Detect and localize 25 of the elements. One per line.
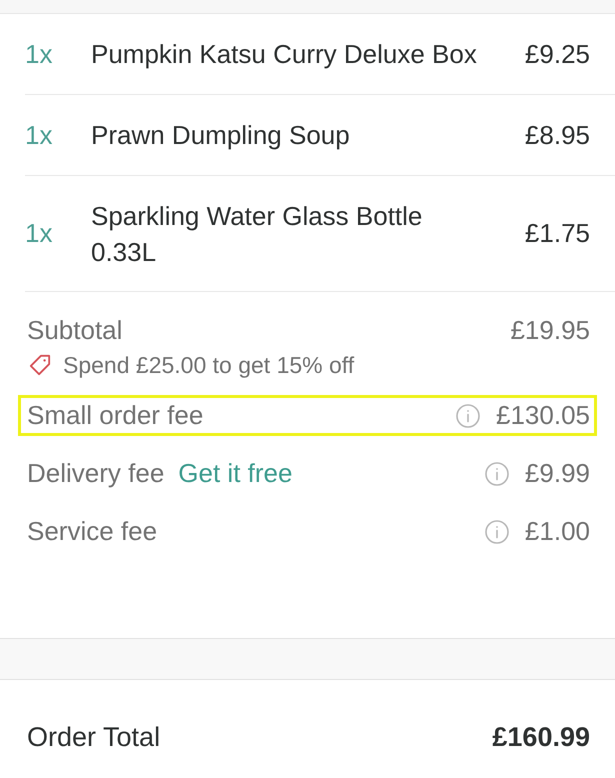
fee-label: Small order fee [27, 399, 204, 432]
fee-label: Delivery fee [27, 457, 164, 490]
promo-text: Spend £25.00 to get 15% off [63, 350, 354, 380]
order-total-label: Order Total [27, 720, 160, 754]
item-quantity: 1x [25, 38, 54, 70]
item-quantity: 1x [25, 217, 54, 250]
item-price: £8.95 [524, 118, 590, 152]
item-name: Pumpkin Katsu Curry Deluxe Box [91, 38, 478, 71]
fee-amount: £9.99 [524, 457, 590, 490]
fee-amount: £130.05 [496, 399, 590, 432]
info-icon[interactable] [484, 520, 509, 544]
subtotal-amount: £19.95 [510, 314, 590, 346]
get-it-free-link[interactable]: Get it free [178, 454, 292, 493]
tag-icon [29, 354, 51, 376]
item-name: Sparkling Water Glass Bottle 0.33L [91, 200, 424, 268]
item-quantity: 1x [25, 118, 54, 152]
fee-label: Service fee [27, 515, 158, 548]
item-price: £9.25 [524, 38, 590, 70]
item-name: Prawn Dumpling Soup [91, 119, 351, 152]
order-total-amount: £160.99 [492, 720, 590, 754]
info-icon[interactable] [484, 462, 509, 486]
info-icon[interactable] [456, 404, 480, 428]
subtotal-label: Subtotal [27, 314, 122, 346]
item-price: £1.75 [524, 217, 590, 250]
fee-amount: £1.00 [524, 515, 590, 548]
